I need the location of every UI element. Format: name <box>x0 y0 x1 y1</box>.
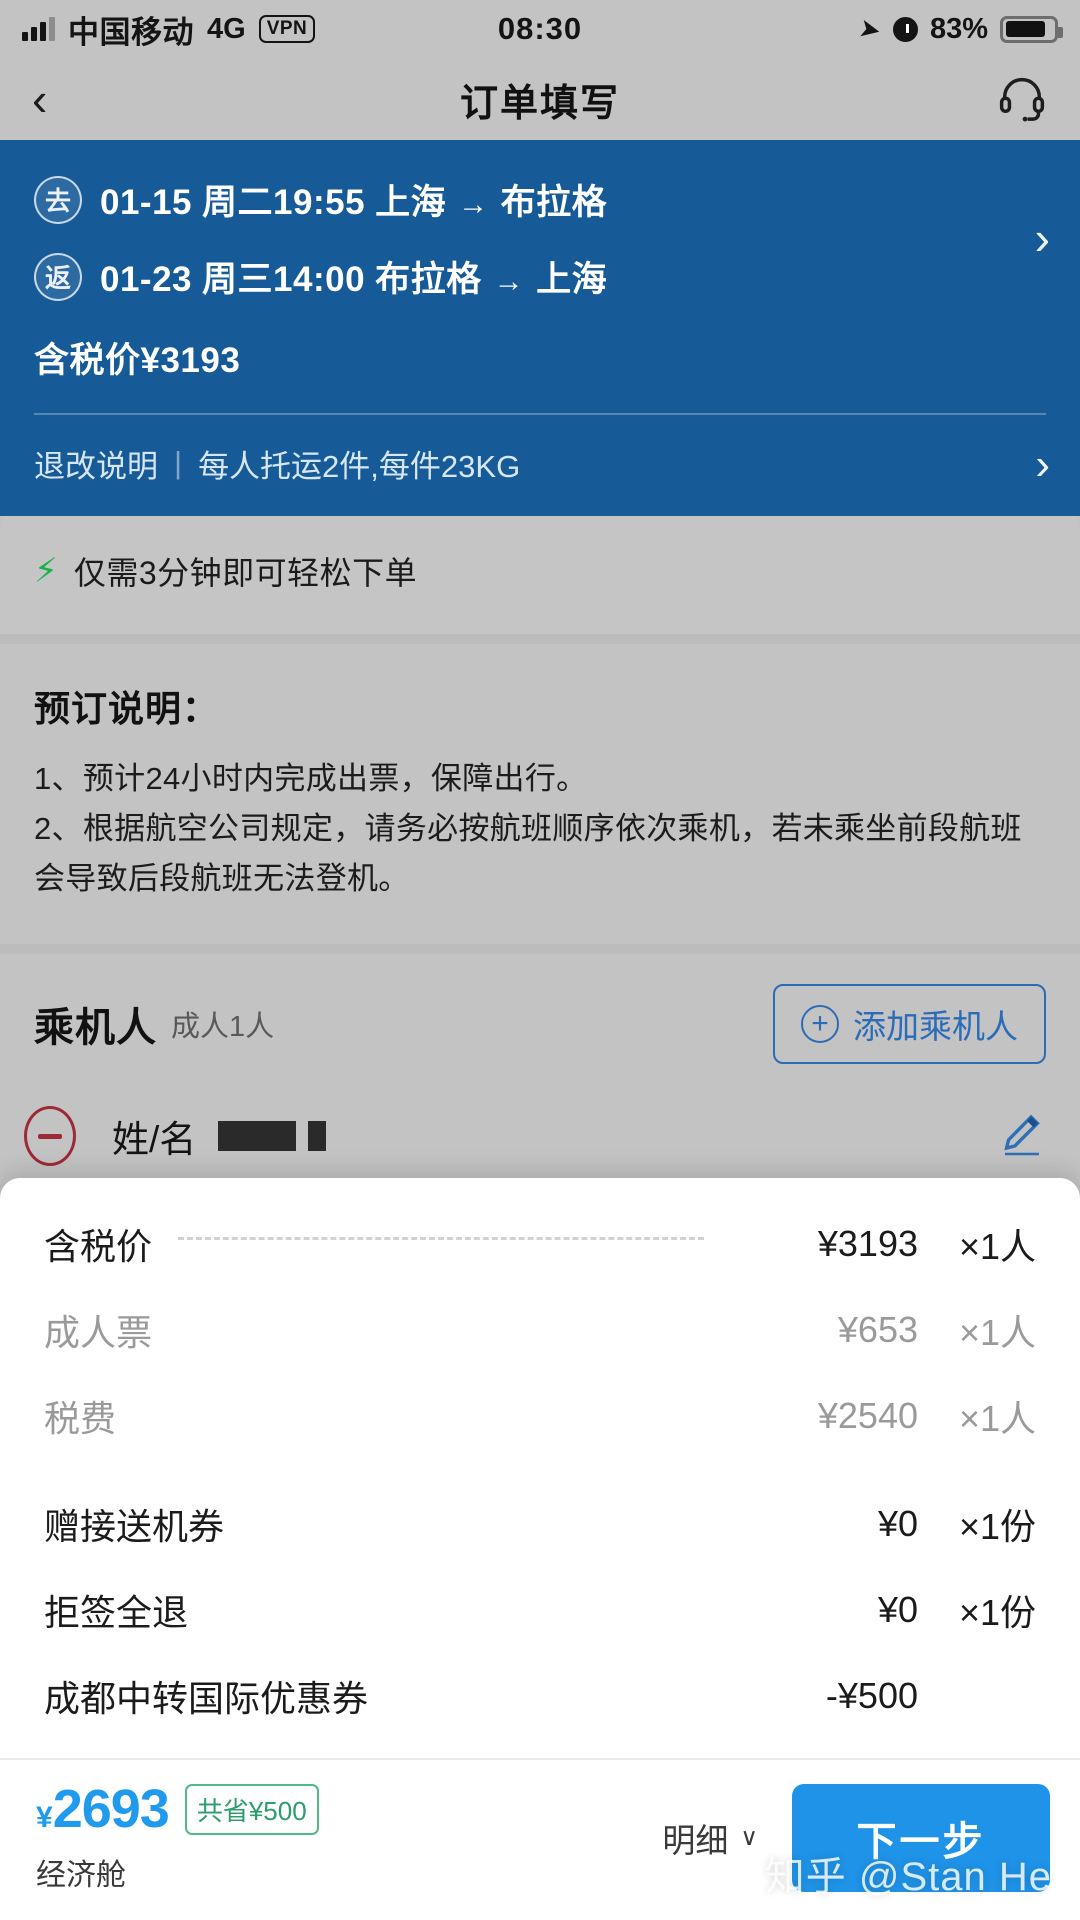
price-row-leader <box>178 1236 704 1240</box>
flight-leg-outbound: 去 01-15 周二19:55 上海 → 布拉格 <box>34 174 1046 225</box>
pencil-icon[interactable] <box>998 1110 1046 1163</box>
baggage-allowance-label: 每人托运2件,每件23KG <box>198 448 521 484</box>
price-row-quantity: ×1份 <box>958 1592 1036 1633</box>
booking-instructions-heading: 预订说明： <box>34 687 220 729</box>
currency-symbol: ¥ <box>36 1801 53 1834</box>
return-weekday: 周三 <box>202 260 274 299</box>
passenger-name-group: 姓/名 <box>112 1109 327 1163</box>
arrow-right-icon: → <box>493 264 525 298</box>
page-title: 订单填写 <box>459 82 620 125</box>
arrow-right-icon: → <box>458 187 489 221</box>
price-row: 含税价 ¥3193 ×1人 <box>44 1218 1036 1270</box>
outbound-date: 01-15 <box>100 183 193 222</box>
flight-summary-card[interactable]: 去 01-15 周二19:55 上海 → 布拉格 返 01-23 周三14:00 布拉格 → 上… <box>0 140 1080 516</box>
total-price-line: ¥2693 共省¥500 <box>36 1782 319 1836</box>
total-price: ¥2693 <box>36 1779 170 1839</box>
passenger-name-redacted <box>218 1121 327 1152</box>
outbound-time: 19:55 <box>273 183 366 222</box>
price-row: 拒签全退 ¥0 ×1份 <box>44 1584 1036 1636</box>
price-row-quantity: ×1人 <box>958 1312 1036 1353</box>
return-time: 14:00 <box>273 260 366 299</box>
price-row-label: 拒签全退 <box>44 1592 189 1633</box>
chevron-down-icon: ∨ <box>740 1824 758 1851</box>
passenger-section-header: 乘机人 成人1人 + 添加乘机人 <box>0 954 1080 1093</box>
navigation-bar: ‹ 订单填写 <box>0 58 1080 140</box>
flight-leg-return: 返 01-23 周三14:00 布拉格 → 上海 <box>34 251 1046 302</box>
total-price-group: ¥2693 共省¥500 经济舱 <box>36 1782 319 1894</box>
cabin-class-label: 经济舱 <box>36 1859 126 1892</box>
status-bar: 中国移动 4G VPN 08:30 ➤ 83% <box>0 0 1080 58</box>
alarm-clock-icon <box>892 16 918 42</box>
price-row-label: 含税价 <box>44 1226 153 1267</box>
outbound-details: 01-15 周二19:55 上海 → 布拉格 <box>100 174 607 225</box>
baggage-policy-row[interactable]: 退改说明 | 每人托运2件,每件23KG › <box>0 415 1080 516</box>
price-row-amount: ¥653 <box>837 1309 918 1350</box>
savings-badge: 共省¥500 <box>184 1783 319 1835</box>
customer-service-icon[interactable] <box>996 71 1048 128</box>
outbound-badge: 去 <box>34 175 82 224</box>
battery-percent-label: 83% <box>929 12 988 45</box>
price-row: 税费 ¥2540 ×1人 <box>44 1390 1036 1442</box>
price-row-amount: ¥2540 <box>817 1395 918 1436</box>
booking-instruction-item-1: 1、预计24小时内完成出票，保障出行。 <box>34 760 588 796</box>
baggage-chevron-icon[interactable]: › <box>1035 440 1050 490</box>
quick-order-notice: ⚡ 仅需3分钟即可轻松下单 <box>0 509 1080 634</box>
outbound-weekday: 周二 <box>202 183 274 222</box>
price-breakdown-sheet: 含税价 ¥3193 ×1人 成人票 ¥653 ×1人 税费 ¥2540 ×1人 … <box>0 1178 1080 1920</box>
price-row-label: 税费 <box>44 1398 117 1439</box>
price-detail-label: 明细 <box>662 1822 729 1859</box>
price-row: 成人票 ¥653 ×1人 <box>44 1304 1036 1356</box>
lightning-bolt-icon: ⚡ <box>34 551 58 590</box>
flight-tax-included-price: 含税价¥3193 <box>34 341 241 380</box>
return-destination: 上海 <box>536 260 608 299</box>
baggage-separator: | <box>174 445 183 480</box>
price-row-quantity: ×1人 <box>958 1398 1036 1439</box>
return-badge: 返 <box>34 252 82 301</box>
price-row-amount: ¥0 <box>877 1589 918 1630</box>
section-divider <box>0 944 1080 955</box>
bottom-action-bar: ¥2693 共省¥500 经济舱 明细 ∨ 下一步 知乎 @Stan He <box>0 1760 1080 1920</box>
minus-circle-icon[interactable] <box>24 1106 76 1167</box>
total-price-value: 2693 <box>52 1779 170 1839</box>
price-row-quantity: ×1人 <box>958 1226 1036 1267</box>
price-row-amount: -¥500 <box>825 1675 918 1716</box>
price-row: 赠接送机券 ¥0 ×1份 <box>44 1498 1036 1550</box>
booking-instructions-section: 预订说明： 1、预计24小时内完成出票，保障出行。 2、根据航空公司规定，请务必… <box>0 643 1080 945</box>
flight-detail-chevron-icon[interactable]: › <box>1035 211 1050 265</box>
battery-icon <box>1000 15 1063 43</box>
passenger-section-title: 乘机人 <box>34 1006 157 1051</box>
section-divider <box>0 633 1080 644</box>
return-details: 01-23 周三14:00 布拉格 → 上海 <box>100 251 607 302</box>
outbound-destination: 布拉格 <box>500 183 608 222</box>
price-group-gap <box>44 1476 1036 1498</box>
location-arrow-icon: ➤ <box>856 11 884 46</box>
price-row-label: 成都中转国际优惠券 <box>44 1678 369 1719</box>
price-detail-toggle[interactable]: 明细 ∨ <box>662 1814 792 1862</box>
booking-instruction-item-2: 2、根据航空公司规定，请务必按航班顺序依次乘机，若未乘坐前段航班会导致后段航班无… <box>34 810 1022 896</box>
add-passenger-label: 添加乘机人 <box>853 1008 1018 1046</box>
price-row-label: 赠接送机券 <box>44 1506 225 1547</box>
plus-circle-icon: + <box>801 1005 839 1044</box>
price-row-quantity: ×1份 <box>958 1506 1036 1547</box>
quick-order-text: 仅需3分钟即可轻松下单 <box>73 554 418 591</box>
next-step-button[interactable]: 下一步 <box>792 1784 1050 1892</box>
price-row: 成都中转国际优惠券 -¥500 <box>44 1670 1036 1722</box>
status-bar-right: ➤ 83% <box>856 11 1063 46</box>
add-passenger-button[interactable]: + 添加乘机人 <box>773 984 1046 1065</box>
outbound-origin: 上海 <box>375 183 447 222</box>
passenger-count-label: 成人1人 <box>171 1011 275 1044</box>
price-row-amount: ¥0 <box>877 1503 918 1544</box>
passenger-name-label: 姓/名 <box>112 1119 197 1161</box>
passenger-row: 姓/名 <box>0 1092 1080 1167</box>
price-row-amount: ¥3193 <box>817 1223 918 1264</box>
refund-policy-label: 退改说明 <box>34 448 158 484</box>
flight-legs: 去 01-15 周二19:55 上海 → 布拉格 返 01-23 周三14:00 布拉格 → 上… <box>0 174 1080 302</box>
price-breakdown-list: 含税价 ¥3193 ×1人 成人票 ¥653 ×1人 税费 ¥2540 ×1人 … <box>0 1178 1080 1758</box>
price-row-label: 成人票 <box>44 1312 153 1353</box>
return-origin: 布拉格 <box>375 260 482 299</box>
return-date: 01-23 <box>100 260 193 299</box>
